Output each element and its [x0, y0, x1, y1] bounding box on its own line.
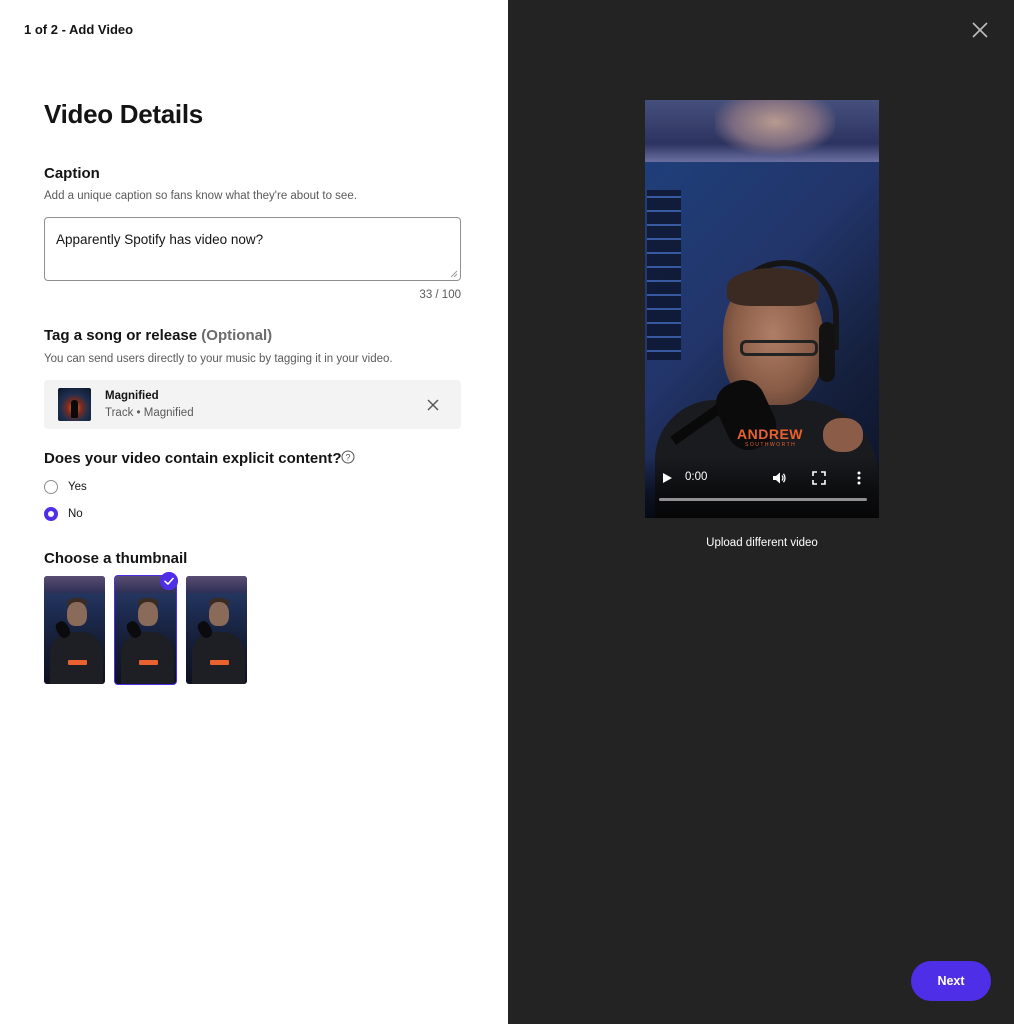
- video-logo-sub: SOUTHWORTH: [745, 442, 797, 448]
- track-artwork: [58, 388, 91, 421]
- thumbnail-option-2[interactable]: [114, 575, 177, 685]
- seek-bar[interactable]: [659, 498, 867, 501]
- thumbnail-option-1[interactable]: [44, 576, 105, 684]
- caption-input[interactable]: Apparently Spotify has video now?: [44, 217, 461, 281]
- track-name: Magnified: [105, 390, 159, 402]
- play-icon[interactable]: [661, 472, 673, 484]
- radio-yes-circle[interactable]: [44, 480, 58, 494]
- thumbnail-title: Choose a thumbnail: [44, 550, 188, 567]
- remove-icon[interactable]: [424, 396, 442, 414]
- video-time: 0:00: [685, 471, 708, 483]
- explicit-question: Does your video contain explicit content…: [44, 450, 342, 467]
- resize-grip-icon[interactable]: [450, 270, 458, 278]
- caption-description: Add a unique caption so fans know what t…: [44, 190, 357, 202]
- help-icon[interactable]: ?: [341, 450, 355, 464]
- tag-description: You can send users directly to your musi…: [44, 353, 393, 365]
- caption-counter: 33 / 100: [419, 289, 461, 301]
- fullscreen-icon[interactable]: [812, 471, 826, 485]
- video-controls: 0:00: [645, 456, 879, 518]
- radio-no[interactable]: No: [44, 507, 83, 521]
- thumbnail-option-3[interactable]: [186, 576, 247, 684]
- radio-no-label: No: [68, 508, 83, 520]
- caption-value: Apparently Spotify has video now?: [56, 232, 264, 247]
- next-button[interactable]: Next: [911, 961, 991, 1001]
- upload-different-video-link[interactable]: Upload different video: [645, 537, 879, 549]
- radio-no-circle[interactable]: [44, 507, 58, 521]
- tagged-track-card: Magnified Track • Magnified: [44, 380, 461, 429]
- tag-optional: (Optional): [201, 327, 273, 344]
- tag-title: Tag a song or release (Optional): [44, 327, 272, 344]
- radio-yes-label: Yes: [68, 481, 87, 493]
- step-indicator: 1 of 2 - Add Video: [24, 22, 134, 37]
- check-icon: [160, 572, 178, 590]
- track-subtitle: Track • Magnified: [105, 407, 194, 419]
- tag-title-text: Tag a song or release: [44, 327, 198, 344]
- close-icon[interactable]: [970, 20, 990, 40]
- video-logo: ANDREW: [737, 426, 803, 442]
- caption-title: Caption: [44, 165, 100, 182]
- svg-text:?: ?: [345, 452, 350, 462]
- more-vertical-icon[interactable]: [853, 470, 865, 486]
- form-panel: 1 of 2 - Add Video Video Details Caption…: [0, 0, 508, 1024]
- radio-yes[interactable]: Yes: [44, 480, 87, 494]
- volume-icon[interactable]: [771, 470, 787, 486]
- page-title: Video Details: [44, 99, 203, 129]
